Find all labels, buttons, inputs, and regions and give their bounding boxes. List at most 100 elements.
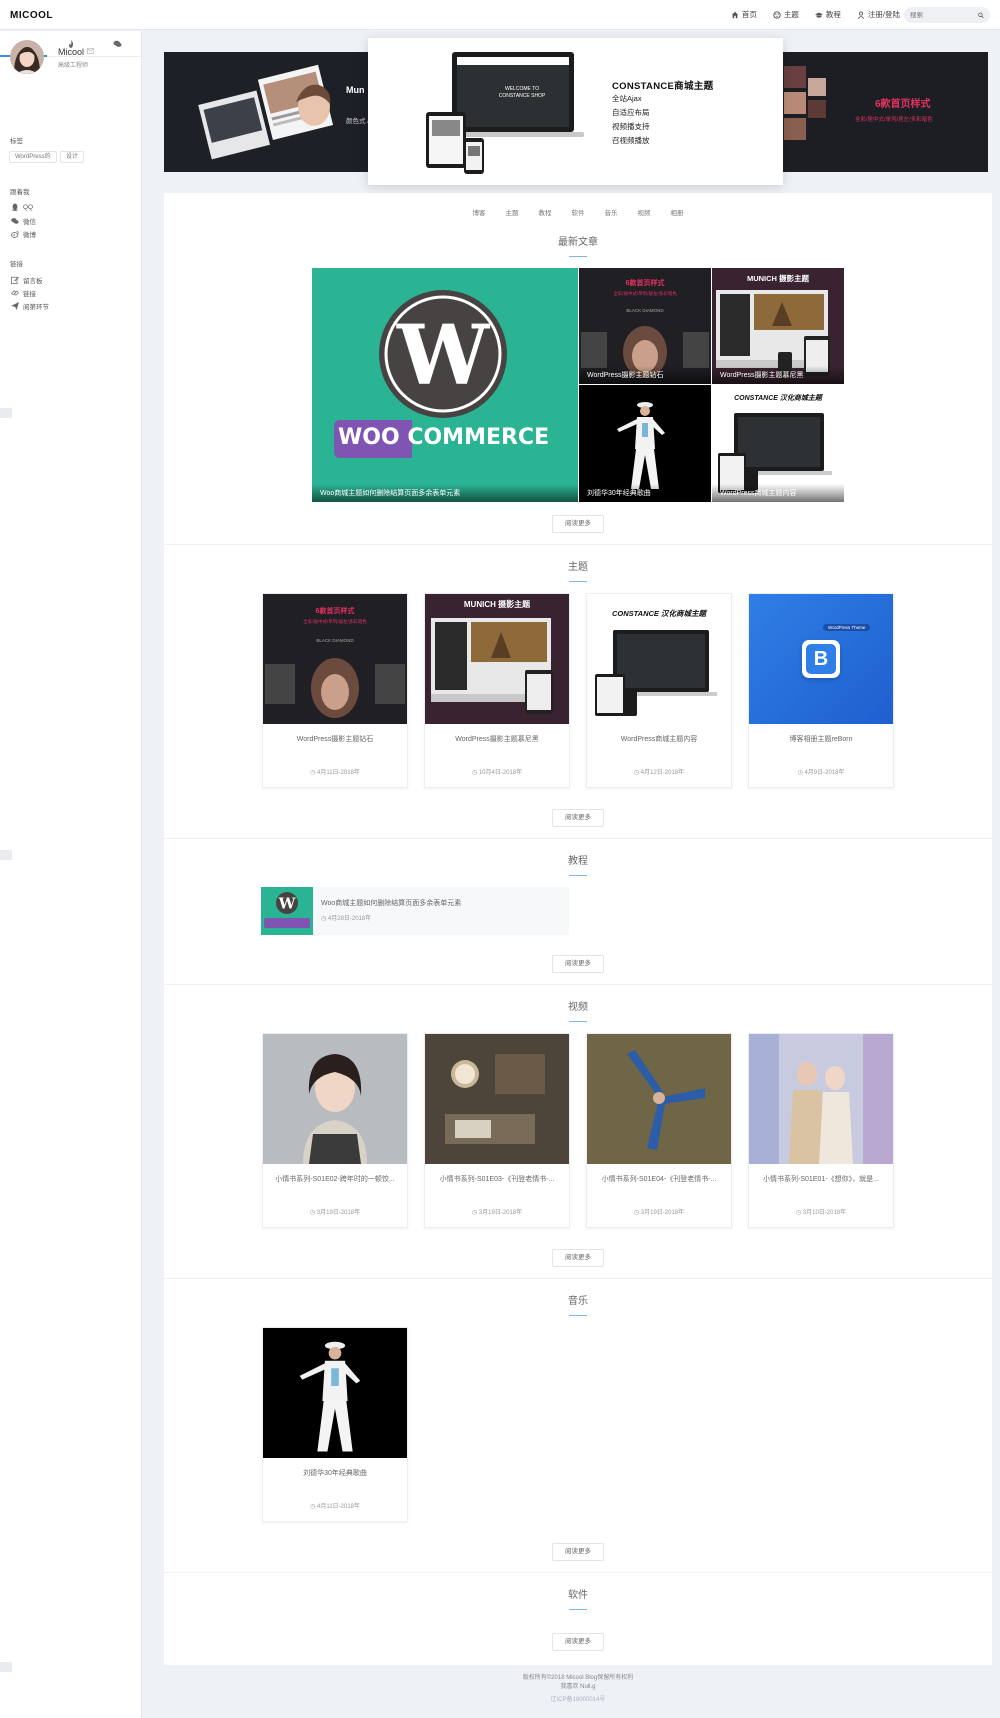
card-title[interactable]: 小情书系列-S01E02-跨年时的一顿饺... (267, 1174, 403, 1184)
card-title[interactable]: WordPress摄影主题慕尼黑 (429, 734, 565, 744)
tag-wordpress[interactable]: WordPress的 (9, 151, 57, 163)
follow-weibo[interactable]: 微博 (11, 229, 36, 239)
edit-icon (11, 276, 19, 284)
read-more-music-button[interactable]: 阅读更多 (552, 1543, 604, 1561)
footer-copyright: 版权所有©2018 Micool Blog保留所有权利 (522, 1675, 634, 1681)
nav-tutorials[interactable]: 教程 (814, 9, 841, 20)
tag-design[interactable]: 设计 (60, 151, 85, 163)
graduation-icon (814, 12, 823, 18)
tile-caption: WordPress商城主题内容 (712, 484, 844, 502)
music-card[interactable]: 刘德华30年经典歌曲 ◷ 4月11日-2018年 (262, 1327, 408, 1522)
card-image-heading: CONSTANCE 汉化商城主题 (611, 609, 707, 618)
link-icon (11, 290, 19, 296)
section-underline (569, 1315, 587, 1316)
latest-post-tile[interactable]: 刘德华30年经典歌曲 (579, 385, 711, 502)
banner-slide-main[interactable]: WELCOME TO CONSTANCE SHOP CONSTANCE商城主题 … (368, 38, 783, 185)
latest-post-tile[interactable]: CONSTANCE 汉化商城主题 WordPress商城主题内容 (712, 385, 844, 502)
latest-post-tile[interactable]: 6款首页样式 全彩/居中式/单列/居左/多彩暗色 BLACK DIAMOND W… (579, 268, 711, 384)
section-title-tutorials: 教程 (568, 856, 588, 867)
svg-text:W: W (396, 308, 491, 404)
category-music[interactable]: 音乐 (605, 207, 618, 217)
top-bar: MICOOL 首页 主题 教程 注册/登陆 (0, 0, 1000, 30)
comments-icon (113, 40, 122, 47)
read-more-themes-button[interactable]: 阅读更多 (552, 809, 604, 827)
theme-card[interactable]: MUNICH 摄影主题 WordPress摄影主题慕尼黑 ◷ 10月4日-201… (424, 593, 570, 788)
footer-icp[interactable]: 辽ICP备18000014号 (164, 1696, 992, 1705)
avatar[interactable] (10, 40, 44, 74)
edge-marker (0, 408, 12, 418)
section-divider (164, 1572, 992, 1573)
card-image (263, 1034, 407, 1164)
card-title[interactable]: WordPress摄影主题钻石 (267, 734, 403, 744)
card-image-heading: 6款首页样式 (315, 608, 355, 615)
nav-themes-label: 主题 (783, 10, 799, 19)
tile-brand: BLACK DIAMOND (626, 308, 664, 313)
link-reading[interactable]: 阅第环节 (11, 301, 49, 311)
card-title[interactable]: 小情书系列-S01E03-《刊登老情书-... (429, 1174, 565, 1184)
qq-icon (12, 203, 18, 211)
follow-qq-label: QQ (23, 203, 34, 211)
video-card[interactable]: 小情书系列-S01E03-《刊登老情书-... ◷ 3月19日-2018年 (424, 1033, 570, 1228)
search-icon[interactable] (978, 12, 984, 19)
theme-card[interactable]: CONSTANCE 汉化商城主题 WordPress商城主题内容 ◷ 4月12日… (586, 593, 732, 788)
card-title[interactable]: 刘德华30年经典歌曲 (267, 1468, 403, 1478)
theme-card[interactable]: 6款首页样式 全彩/居中式/单列/居左/多彩暗色 BLACK DIAMOND W… (262, 593, 408, 788)
banner-left-title: Mun (346, 85, 365, 95)
card-image (749, 1034, 893, 1164)
nav-register-login[interactable]: 注册/登陆 (857, 9, 900, 20)
video-card[interactable]: 小情书系列-S01E02-跨年时的一顿饺... ◷ 3月19日-2018年 (262, 1033, 408, 1228)
section-title-videos: 视频 (568, 1002, 588, 1013)
nav-themes[interactable]: 主题 (773, 9, 799, 20)
read-more-latest-button[interactable]: 阅读更多 (552, 515, 604, 533)
woocommerce-wordmark: WOO COMMERCE (338, 425, 550, 450)
banner-feature: 召视频播放 (612, 136, 650, 145)
banner-feature: 全站Ajax (612, 94, 642, 103)
card-title[interactable]: 小情书系列-S01E04-《刊登老情书-... (591, 1174, 727, 1184)
home-icon (731, 11, 739, 18)
category-blog[interactable]: 博客 (473, 207, 486, 217)
tutorial-thumbnail: W (261, 887, 313, 935)
card-image: CONSTANCE 汉化商城主题 (587, 594, 731, 724)
banner-main-title: CONSTANCE商城主题 (612, 81, 714, 92)
follow-qq[interactable]: QQ (11, 203, 33, 211)
theme-card[interactable]: WordPress Theme B 博客相册主题reBorn ◷ 4月9日-20… (748, 593, 894, 788)
card-title[interactable]: WordPress商城主题内容 (591, 734, 727, 744)
section-divider (164, 1278, 992, 1279)
link-links[interactable]: 链接 (11, 288, 36, 298)
read-more-videos-button[interactable]: 阅读更多 (552, 1249, 604, 1267)
card-date: ◷ 10月4日-2018年 (471, 770, 523, 776)
latest-post-tile[interactable]: MUNICH 摄影主题 WordPress摄影主题慕尼黑 (712, 268, 844, 384)
user-icon (857, 11, 865, 19)
search-input[interactable] (910, 11, 978, 19)
tile-heading: 6款首页样式 (625, 280, 665, 287)
category-themes[interactable]: 主题 (506, 207, 519, 217)
category-software[interactable]: 软件 (572, 207, 585, 217)
tile-heading: CONSTANCE 汉化商城主题 (734, 395, 822, 402)
tile-caption: WordPress摄影主题钻石 (579, 366, 711, 384)
section-underline (569, 875, 587, 876)
follow-wechat[interactable]: 微信 (11, 216, 36, 226)
tab-comments[interactable] (94, 31, 141, 56)
site-logo[interactable]: MICOOL (10, 10, 53, 21)
tutorial-list-item[interactable]: W Woo商城主题如何删除结算页面多余表单元素 ◷ 4月28日-2018年 (261, 887, 569, 935)
link-guestbook[interactable]: 留言板 (11, 275, 43, 285)
svg-text:W: W (278, 895, 297, 913)
latest-featured-post[interactable]: W WOO COMMERCE Woo商城主题如何删除结算页面多余表单元素 (312, 268, 578, 502)
edit-profile-icon[interactable] (87, 48, 94, 54)
video-card[interactable]: 小情书系列-S01E01-《想你》，就是... ◷ 3月10日-2018年 (748, 1033, 894, 1228)
category-videos[interactable]: 视频 (638, 207, 651, 217)
nav-home[interactable]: 首页 (731, 9, 757, 20)
link-guestbook-label: 留言板 (23, 278, 43, 285)
read-more-tutorials-button[interactable]: 阅读更多 (552, 955, 604, 973)
card-date: ◷ 3月19日-2018年 (471, 1210, 523, 1216)
card-image: WordPress Theme B (749, 594, 893, 724)
card-title[interactable]: 小情书系列-S01E01-《想你》，就是... (753, 1174, 889, 1184)
card-title[interactable]: 博客相册主题reBorn (753, 734, 889, 744)
video-card[interactable]: 小情书系列-S01E04-《刊登老情书-... ◷ 3月19日-2018年 (586, 1033, 732, 1228)
category-tutorials[interactable]: 教程 (539, 207, 552, 217)
read-more-software-button[interactable]: 阅读更多 (552, 1633, 604, 1651)
tutorial-title[interactable]: Woo商城主题如何删除结算页面多余表单元素 (321, 898, 461, 908)
card-image-subheading: 全彩/居中式/单列/居左/多彩暗色 (303, 619, 367, 624)
card-date: ◷ 3月10日-2018年 (795, 1210, 847, 1216)
category-albums[interactable]: 相册 (671, 207, 684, 217)
